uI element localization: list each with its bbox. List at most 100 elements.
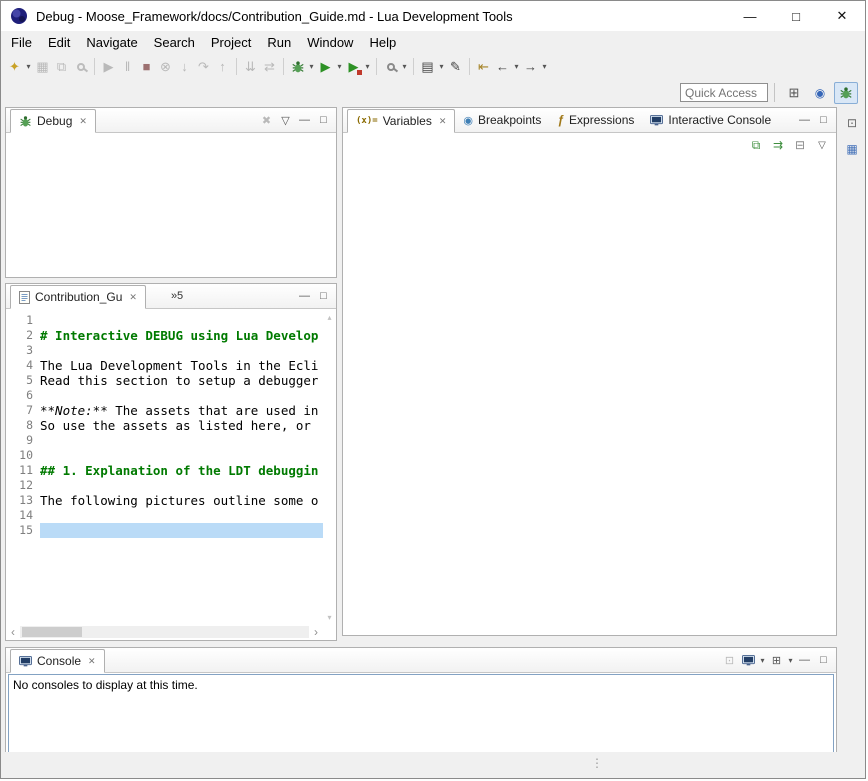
tab-expressions[interactable]: ƒ Expressions [549,108,642,132]
menu-run[interactable]: Run [259,32,299,53]
last-edit-location-icon[interactable]: ⇤ [475,57,492,77]
tab-console[interactable]: Console ✕ [10,649,105,673]
maximize-button[interactable]: □ [773,1,819,31]
open-console-dropdown-icon[interactable]: ▾ [786,656,795,665]
debug-dropdown-icon[interactable]: ▾ [307,62,316,71]
editor-content[interactable]: 1 2# Interactive DEBUG using Lua Develop… [6,309,336,640]
menu-help[interactable]: Help [361,32,404,53]
suspend-icon[interactable]: ‖ [119,57,136,77]
scrollbar-track[interactable] [20,626,309,638]
menu-project[interactable]: Project [203,32,259,53]
menu-edit[interactable]: Edit [40,32,78,53]
view-menu-icon[interactable]: ▽ [276,111,295,129]
menu-file[interactable]: File [3,32,40,53]
minimize-view-icon[interactable]: — [295,287,314,305]
line-number[interactable]: 3 [6,343,40,358]
step-into-icon[interactable]: ↓ [176,57,193,77]
external-tools-icon[interactable]: ▶ [345,57,362,77]
close-tab-icon[interactable]: ✕ [439,116,447,127]
maximize-view-icon[interactable]: □ [814,111,833,129]
close-tab-icon[interactable]: ✕ [129,292,137,303]
show-logical-structure-icon[interactable]: ⧉ [746,136,766,154]
line-number[interactable]: 2 [6,328,40,343]
ldt-perspective-button[interactable]: ◉ [808,82,832,104]
back-dropdown-icon[interactable]: ▾ [512,62,521,71]
scroll-left-icon[interactable]: ‹ [6,625,20,639]
debug-view-content[interactable] [6,133,336,277]
scrollbar-thumb[interactable] [22,627,82,637]
minimize-view-icon[interactable]: — [795,111,814,129]
tab-overflow-chevron[interactable]: »5 [164,284,190,308]
run-dropdown-icon[interactable]: ▾ [335,62,344,71]
restore-view-icon[interactable]: ⊡ [842,113,862,133]
line-number[interactable]: 12 [6,478,40,493]
maximize-view-icon[interactable]: □ [814,651,833,669]
tab-contribution-guide[interactable]: Contribution_Gu ✕ [10,285,146,309]
new-dropdown-icon[interactable]: ▾ [24,62,33,71]
debug-icon[interactable] [289,57,306,77]
variables-content[interactable]: ⧉ ⇉ ⊟ ▽ [343,133,836,635]
minimize-view-icon[interactable]: — [295,111,314,129]
pin-console-icon[interactable]: ⊡ [720,651,739,669]
line-number[interactable]: 11 [6,463,40,478]
scroll-up-icon[interactable]: ▴ [327,313,331,322]
save-icon[interactable]: ▦ [34,57,51,77]
close-button[interactable]: ✕ [819,1,865,31]
disconnect-icon[interactable]: ⊗ [157,57,174,77]
line-number[interactable]: 8 [6,418,40,433]
close-tab-icon[interactable]: ✕ [79,116,87,127]
maximize-view-icon[interactable]: □ [314,287,333,305]
new-file-icon[interactable]: ▤ [419,57,436,77]
sash-handle-icon[interactable]: ⋮ [591,756,603,770]
line-number[interactable]: 15 [6,523,40,538]
view-menu-icon[interactable]: ▽ [812,136,832,154]
line-number[interactable]: 5 [6,373,40,388]
display-console-dropdown-icon[interactable]: ▾ [758,656,767,665]
line-number[interactable]: 13 [6,493,40,508]
menu-navigate[interactable]: Navigate [78,32,145,53]
editor-horizontal-scrollbar[interactable]: ‹ › [6,625,323,639]
magnifier-icon[interactable] [72,57,89,77]
minimized-view-grid-icon[interactable]: ▦ [842,139,862,159]
tab-variables[interactable]: (x)= Variables ✕ [347,109,455,133]
search-icon[interactable] [382,57,399,77]
new-wizard-icon[interactable]: ✦ [6,57,23,77]
minimize-button[interactable]: — [727,1,773,31]
show-columns-icon[interactable]: ⇉ [768,136,788,154]
resume-icon[interactable]: ▶ [100,57,117,77]
drop-to-frame-icon[interactable]: ⇊ [242,57,259,77]
line-number[interactable]: 9 [6,433,40,448]
tab-interactive-console[interactable]: Interactive Console [642,108,779,132]
use-step-filters-icon[interactable]: ⇄ [261,57,278,77]
line-number[interactable]: 10 [6,448,40,463]
menu-window[interactable]: Window [299,32,361,53]
minimize-view-icon[interactable]: — [795,651,814,669]
terminate-icon[interactable]: ■ [138,57,155,77]
collapse-all-icon[interactable]: ⊟ [790,136,810,154]
maximize-view-icon[interactable]: □ [314,111,333,129]
debug-perspective-button[interactable] [834,82,858,104]
back-icon[interactable]: ← [494,57,511,77]
search-dropdown-icon[interactable]: ▾ [400,62,409,71]
editor-vertical-scrollbar[interactable]: ▴ ▾ [323,311,336,624]
editor-lines[interactable]: 1 2# Interactive DEBUG using Lua Develop… [6,311,323,624]
tab-debug[interactable]: Debug ✕ [10,109,96,133]
forward-icon[interactable]: → [522,57,539,77]
line-number[interactable]: 14 [6,508,40,523]
new-file-dropdown-icon[interactable]: ▾ [437,62,446,71]
run-icon[interactable]: ▶ [317,57,334,77]
remove-terminated-icon[interactable]: ✖ [257,111,276,129]
menu-search[interactable]: Search [146,32,203,53]
tab-breakpoints[interactable]: ◉ Breakpoints [455,108,549,132]
close-tab-icon[interactable]: ✕ [88,656,96,667]
forward-dropdown-icon[interactable]: ▾ [540,62,549,71]
quick-access-input[interactable] [680,83,768,102]
open-perspective-icon[interactable]: ⊞ [782,82,806,104]
line-number[interactable]: 1 [6,313,40,328]
line-number[interactable]: 6 [6,388,40,403]
open-console-icon[interactable]: ⊞ [767,651,786,669]
step-return-icon[interactable]: ↑ [214,57,231,77]
console-content[interactable]: No consoles to display at this time. [8,674,834,753]
line-number[interactable]: 7 [6,403,40,418]
scroll-down-icon[interactable]: ▾ [327,613,331,622]
